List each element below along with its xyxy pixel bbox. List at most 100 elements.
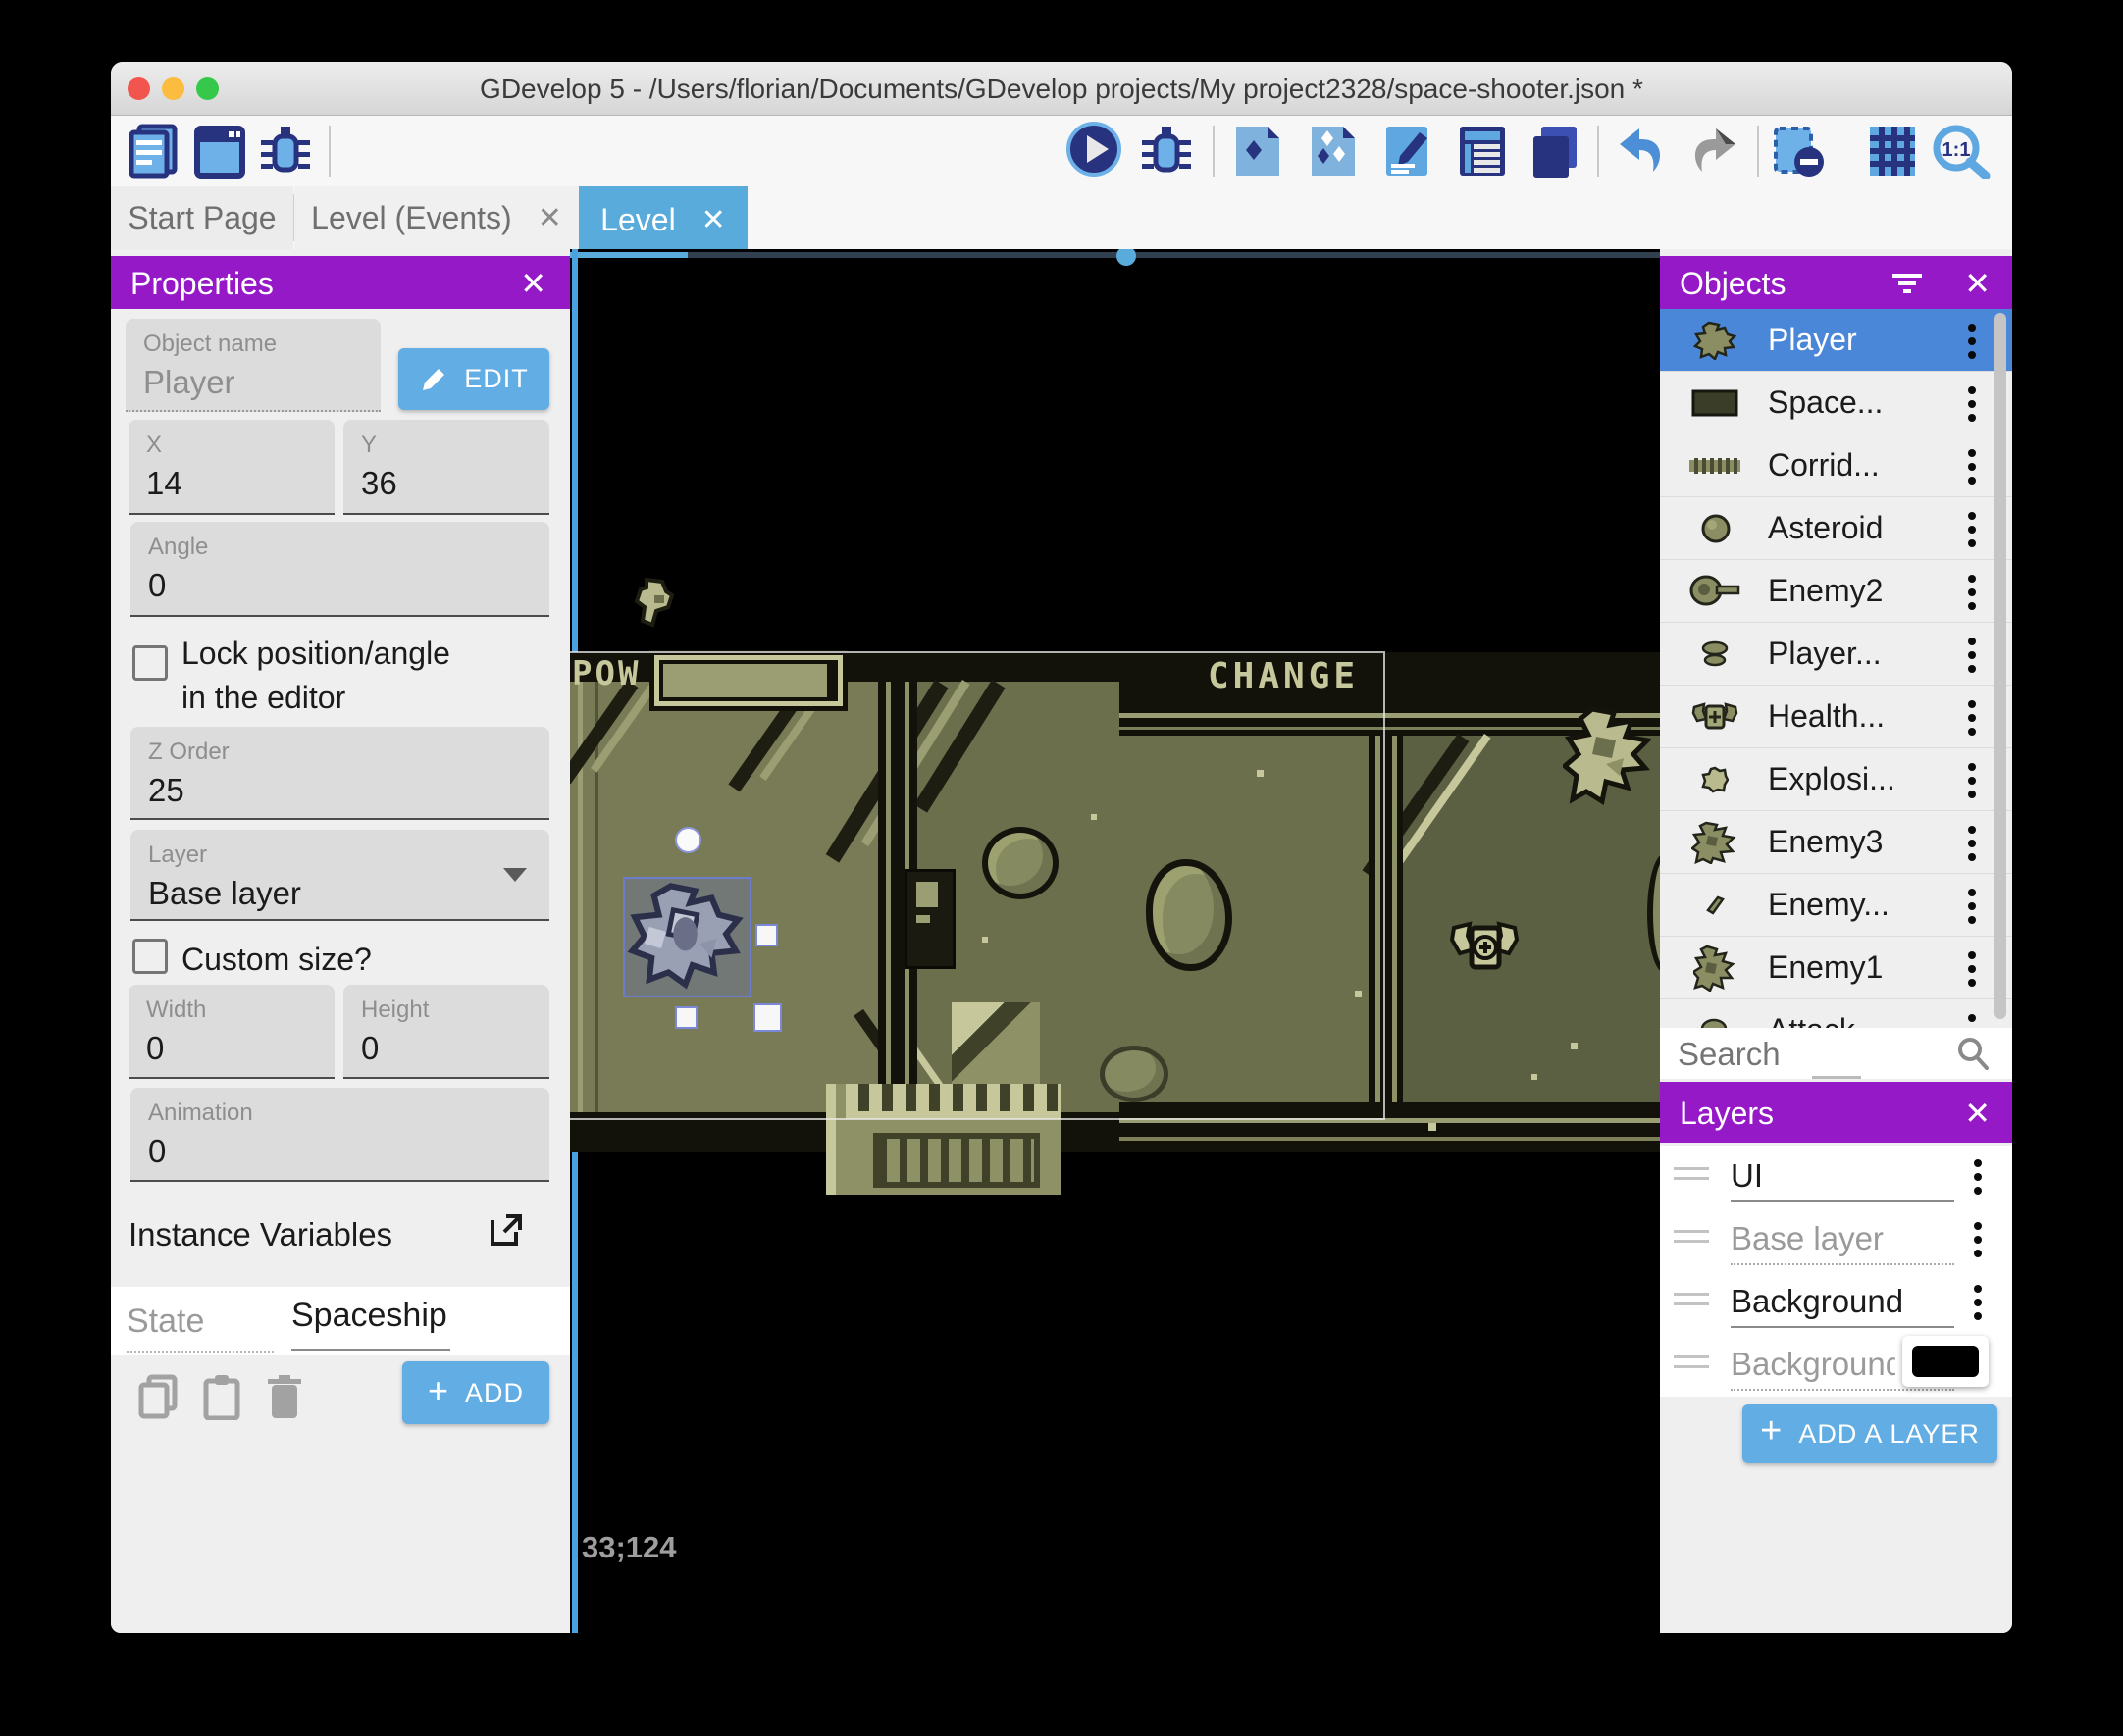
- debug-icon[interactable]: [257, 123, 314, 179]
- right-panel: Objects ✕ Player Space... Corrid... Aste…: [1660, 249, 2012, 1633]
- object-menu-icon[interactable]: [1967, 447, 1977, 486]
- horizontal-scroll-thumb[interactable]: [1116, 249, 1136, 266]
- paste-icon[interactable]: [201, 1373, 242, 1420]
- variable-value-field[interactable]: Spaceship: [291, 1297, 450, 1351]
- edit-button[interactable]: EDIT: [398, 348, 549, 410]
- drag-handle-icon[interactable]: [1674, 1167, 1709, 1187]
- object-row-explosion[interactable]: Explosi...: [1660, 748, 2012, 811]
- resize-handle-bottom[interactable]: [675, 1006, 698, 1029]
- add-variable-button[interactable]: + ADD: [402, 1361, 549, 1424]
- debug-icon[interactable]: [1138, 123, 1195, 179]
- close-icon[interactable]: ✕: [1964, 1095, 1991, 1132]
- panel-resize-handle[interactable]: [1812, 1076, 1861, 1079]
- selected-instance-player[interactable]: [623, 877, 751, 997]
- object-thumbnail: [1691, 389, 1738, 417]
- z-order-field[interactable]: Z Order 25: [130, 727, 549, 820]
- angle-field[interactable]: Angle 0: [130, 522, 549, 617]
- copy-icon[interactable]: [137, 1373, 179, 1420]
- object-menu-icon[interactable]: [1967, 949, 1977, 989]
- resize-handle-right[interactable]: [755, 924, 778, 946]
- layer-row-ui[interactable]: UI: [1660, 1146, 2012, 1208]
- close-tab-icon[interactable]: ✕: [701, 203, 726, 237]
- object-menu-icon[interactable]: [1967, 824, 1977, 863]
- edit-scene-icon[interactable]: [1378, 123, 1435, 179]
- search-input[interactable]: [1676, 1034, 1944, 1075]
- add-objects-icon[interactable]: [1304, 123, 1361, 179]
- object-row-corridor[interactable]: Corrid...: [1660, 434, 2012, 497]
- drag-handle-icon[interactable]: [1674, 1293, 1709, 1312]
- mask-icon[interactable]: [1770, 123, 1827, 179]
- trash-icon[interactable]: [266, 1373, 303, 1420]
- lock-position-checkbox[interactable]: [132, 645, 168, 681]
- object-menu-icon[interactable]: [1967, 1012, 1977, 1028]
- object-menu-icon[interactable]: [1967, 698, 1977, 738]
- health-pickup-sprite[interactable]: [1450, 920, 1519, 977]
- background-color-swatch[interactable]: [1902, 1336, 1989, 1387]
- object-row-enemy2[interactable]: Enemy2: [1660, 560, 2012, 623]
- object-row-space[interactable]: Space...: [1660, 372, 2012, 434]
- layer-row-background[interactable]: Background: [1660, 1271, 2012, 1334]
- close-icon[interactable]: ✕: [1964, 265, 1991, 302]
- object-row-enemy1[interactable]: Enemy1: [1660, 937, 2012, 999]
- tab-level[interactable]: Level ✕: [579, 186, 748, 253]
- object-row-player-bullet[interactable]: Player...: [1660, 623, 2012, 686]
- object-menu-icon[interactable]: [1967, 761, 1977, 800]
- layer-menu-icon[interactable]: [1973, 1220, 1983, 1259]
- objects-scrollbar[interactable]: [1994, 313, 2006, 1019]
- object-menu-icon[interactable]: [1967, 384, 1977, 424]
- add-layer-button[interactable]: + ADD A LAYER: [1742, 1404, 1997, 1463]
- preview-window-icon[interactable]: [191, 123, 248, 179]
- search-icon[interactable]: [1955, 1036, 1991, 1071]
- resize-handle-corner[interactable]: [753, 1003, 782, 1032]
- x-field[interactable]: X 14: [129, 420, 335, 515]
- y-field[interactable]: Y 36: [343, 420, 549, 515]
- drag-handle-icon[interactable]: [1674, 1355, 1709, 1375]
- variable-name-field[interactable]: State: [127, 1302, 274, 1353]
- horizontal-scrollbar[interactable]: [570, 252, 1660, 258]
- object-menu-icon[interactable]: [1967, 573, 1977, 612]
- object-menu-icon[interactable]: [1967, 636, 1977, 675]
- tab-start-page[interactable]: Start Page: [111, 186, 293, 249]
- player-ship-sprite: [627, 883, 744, 990]
- undo-icon[interactable]: [1610, 123, 1667, 179]
- width-field[interactable]: Width 0: [129, 985, 335, 1079]
- scene-canvas[interactable]: POW CHANGE 33;124: [570, 249, 1660, 1633]
- tab-level-events[interactable]: Level (Events) ✕: [294, 186, 579, 249]
- animation-field[interactable]: Animation 0: [130, 1088, 549, 1182]
- drag-handle-icon[interactable]: [1674, 1230, 1709, 1250]
- custom-size-checkbox[interactable]: [132, 939, 168, 974]
- layer-menu-icon[interactable]: [1973, 1283, 1983, 1322]
- object-menu-icon[interactable]: [1967, 510, 1977, 549]
- tab-label: Start Page: [128, 199, 277, 235]
- zoom-1-1-icon[interactable]: 1:1: [1929, 123, 1999, 179]
- events-list-icon[interactable]: [1454, 123, 1511, 179]
- add-object-icon[interactable]: [1228, 123, 1285, 179]
- layer-row-background-color[interactable]: Background: [1660, 1334, 2012, 1397]
- layer-menu-icon[interactable]: [1973, 1157, 1983, 1197]
- open-in-new-icon[interactable]: [489, 1212, 524, 1248]
- enemy3-sprite[interactable]: [1563, 707, 1651, 815]
- filter-icon[interactable]: [1890, 272, 1924, 295]
- rotate-handle[interactable]: [675, 827, 701, 853]
- close-tab-icon[interactable]: ✕: [538, 201, 562, 235]
- object-row-player[interactable]: Player: [1660, 309, 2012, 372]
- object-menu-icon[interactable]: [1967, 887, 1977, 926]
- play-icon[interactable]: [1065, 121, 1122, 178]
- height-field[interactable]: Height 0: [343, 985, 549, 1079]
- close-icon[interactable]: ✕: [520, 265, 546, 302]
- instances-list-icon[interactable]: [1526, 123, 1582, 179]
- object-row-health[interactable]: Health...: [1660, 686, 2012, 748]
- object-row-attack[interactable]: Attack...: [1660, 999, 2012, 1028]
- variable-row: State Spaceship: [111, 1287, 570, 1355]
- redo-icon[interactable]: [1688, 123, 1745, 179]
- layer-row-base-layer[interactable]: Base layer: [1660, 1208, 2012, 1271]
- object-row-enemy-bullet[interactable]: Enemy...: [1660, 874, 2012, 937]
- grid-icon[interactable]: [1864, 123, 1921, 179]
- object-name-field[interactable]: Object name Player: [126, 319, 381, 412]
- object-row-asteroid[interactable]: Asteroid: [1660, 497, 2012, 560]
- debris-sprite[interactable]: [633, 578, 678, 629]
- project-manager-icon[interactable]: [126, 123, 182, 179]
- object-menu-icon[interactable]: [1967, 322, 1977, 361]
- object-row-enemy3[interactable]: Enemy3: [1660, 811, 2012, 874]
- layer-select[interactable]: Layer Base layer: [130, 830, 549, 921]
